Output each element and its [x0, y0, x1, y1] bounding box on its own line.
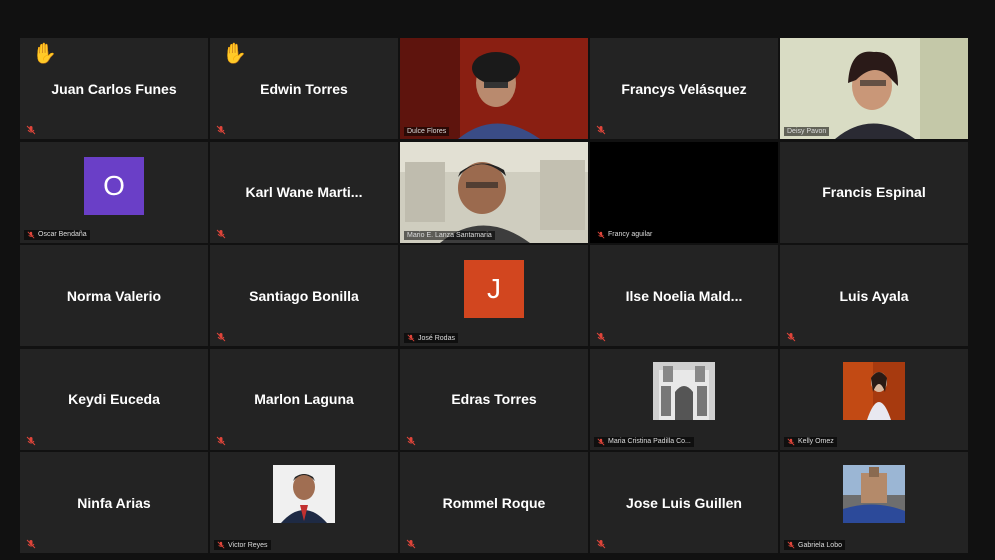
participant-tile-jose-luis-guillen[interactable]: Jose Luis Guillen: [590, 452, 778, 553]
participant-tile-kelly-omez[interactable]: Kelly Omez: [780, 348, 968, 450]
raised-hand-icon: ✋: [222, 43, 247, 65]
participant-tile-luis-ayala[interactable]: Luis Ayala: [780, 245, 968, 346]
participant-name: Edras Torres: [451, 391, 537, 407]
participant-name: Keydi Euceda: [68, 391, 160, 407]
muted-mic-icon: [597, 231, 605, 239]
participant-label: Kelly Omez: [784, 436, 837, 447]
muted-mic-icon: [786, 332, 796, 342]
participant-tile-gabriela-lobo[interactable]: Gabriela Lobo: [780, 452, 968, 553]
participant-name: Ilse Noelia Mald...: [625, 287, 743, 304]
participant-label: José Rodas: [404, 333, 458, 343]
participant-label: Maria Cristina Padilla Co...: [594, 436, 694, 447]
participant-label: Dulce Flores: [404, 127, 450, 136]
participant-label: Gabriela Lobo: [784, 540, 845, 550]
participant-name: Ninfa Arias: [77, 494, 151, 511]
muted-mic-icon: [406, 539, 416, 549]
muted-mic-icon: [27, 231, 35, 239]
participant-label: Francy aguilar: [594, 229, 656, 240]
participant-label: Mario E. Lanza Santamaria: [404, 230, 495, 240]
participant-tile-francys-velasquez[interactable]: Francys Velásquez: [590, 38, 778, 139]
muted-mic-icon: [216, 125, 226, 135]
avatar: J: [464, 260, 524, 319]
participant-name: Santiago Bonilla: [249, 287, 359, 304]
muted-mic-icon: [217, 541, 225, 549]
muted-mic-icon: [406, 436, 416, 446]
participant-name: Marlon Laguna: [254, 391, 354, 407]
muted-mic-icon: [787, 438, 795, 446]
profile-photo: [843, 361, 905, 420]
profile-photo: [653, 361, 715, 420]
participant-tile-norma-valerio[interactable]: Norma Valerio: [20, 245, 208, 346]
muted-mic-icon: [597, 438, 605, 446]
participant-tile-edwin-torres[interactable]: ✋ Edwin Torres: [210, 38, 398, 139]
participant-label: Oscar Bendaña: [24, 229, 90, 240]
raised-hand-icon: ✋: [32, 43, 57, 65]
muted-mic-icon: [26, 125, 36, 135]
participant-tile-dulce-flores[interactable]: Dulce Flores: [400, 38, 588, 139]
profile-photo: [843, 465, 905, 524]
muted-mic-icon: [216, 332, 226, 342]
muted-mic-icon: [787, 541, 795, 549]
participant-tile-ilse-noelia[interactable]: Ilse Noelia Mald...: [590, 245, 778, 346]
participant-name: Francys Velásquez: [621, 80, 747, 97]
participant-name: Karl Wane Marti...: [245, 184, 363, 200]
participant-name: Luis Ayala: [839, 287, 909, 304]
participant-tile-keydi-euceda[interactable]: Keydi Euceda: [20, 348, 208, 450]
participant-tile-ninfa-arias[interactable]: Ninfa Arias: [20, 452, 208, 553]
participant-name: Norma Valerio: [66, 287, 162, 304]
muted-mic-icon: [596, 332, 606, 342]
participant-name: Jose Luis Guillen: [626, 494, 742, 511]
video-feed: [400, 38, 588, 139]
participant-tile-santiago-bonilla[interactable]: Santiago Bonilla: [210, 245, 398, 346]
muted-mic-icon: [216, 229, 226, 239]
participant-grid: ✋ Juan Carlos Funes ✋ Edwin Torres Dulce…: [20, 38, 970, 556]
participant-tile-jose-rodas[interactable]: J José Rodas: [400, 245, 588, 346]
participant-tile-oscar-bendana[interactable]: O Oscar Bendaña: [20, 141, 208, 243]
participant-tile-maria-cristina[interactable]: Maria Cristina Padilla Co...: [590, 348, 778, 450]
participant-tile-mario-lanza[interactable]: Mario E. Lanza Santamaria: [400, 141, 588, 243]
participant-name: Francis Espinal: [822, 184, 926, 200]
muted-mic-icon: [596, 125, 606, 135]
profile-photo: [273, 465, 335, 524]
participant-tile-deisy-pavon[interactable]: Deisy Pavon: [780, 38, 968, 139]
participant-name: Rommel Roque: [442, 494, 546, 511]
meeting-gallery-window: ✋ Juan Carlos Funes ✋ Edwin Torres Dulce…: [0, 0, 995, 560]
video-feed: [400, 141, 588, 243]
participant-label: Deisy Pavon: [784, 127, 830, 136]
participant-tile-rommel-roque[interactable]: Rommel Roque: [400, 452, 588, 553]
muted-mic-icon: [596, 539, 606, 549]
participant-name: Edwin Torres: [260, 80, 348, 97]
muted-mic-icon: [216, 436, 226, 446]
participant-tile-edras-torres[interactable]: Edras Torres: [400, 348, 588, 450]
participant-tile-karl-wane[interactable]: Karl Wane Marti...: [210, 141, 398, 243]
participant-tile-juan-carlos-funes[interactable]: ✋ Juan Carlos Funes: [20, 38, 208, 139]
video-feed: [780, 38, 968, 139]
avatar: O: [84, 156, 144, 215]
participant-tile-francis-espinal[interactable]: Francis Espinal: [780, 141, 968, 243]
participant-tile-marlon-laguna[interactable]: Marlon Laguna: [210, 348, 398, 450]
participant-tile-francy-aguilar[interactable]: Francy aguilar: [590, 141, 778, 243]
participant-name: Juan Carlos Funes: [51, 80, 177, 97]
muted-mic-icon: [26, 539, 36, 549]
muted-mic-icon: [26, 436, 36, 446]
muted-mic-icon: [407, 334, 415, 342]
participant-label: Victor Reyes: [214, 540, 271, 550]
participant-tile-victor-reyes[interactable]: Victor Reyes: [210, 452, 398, 553]
